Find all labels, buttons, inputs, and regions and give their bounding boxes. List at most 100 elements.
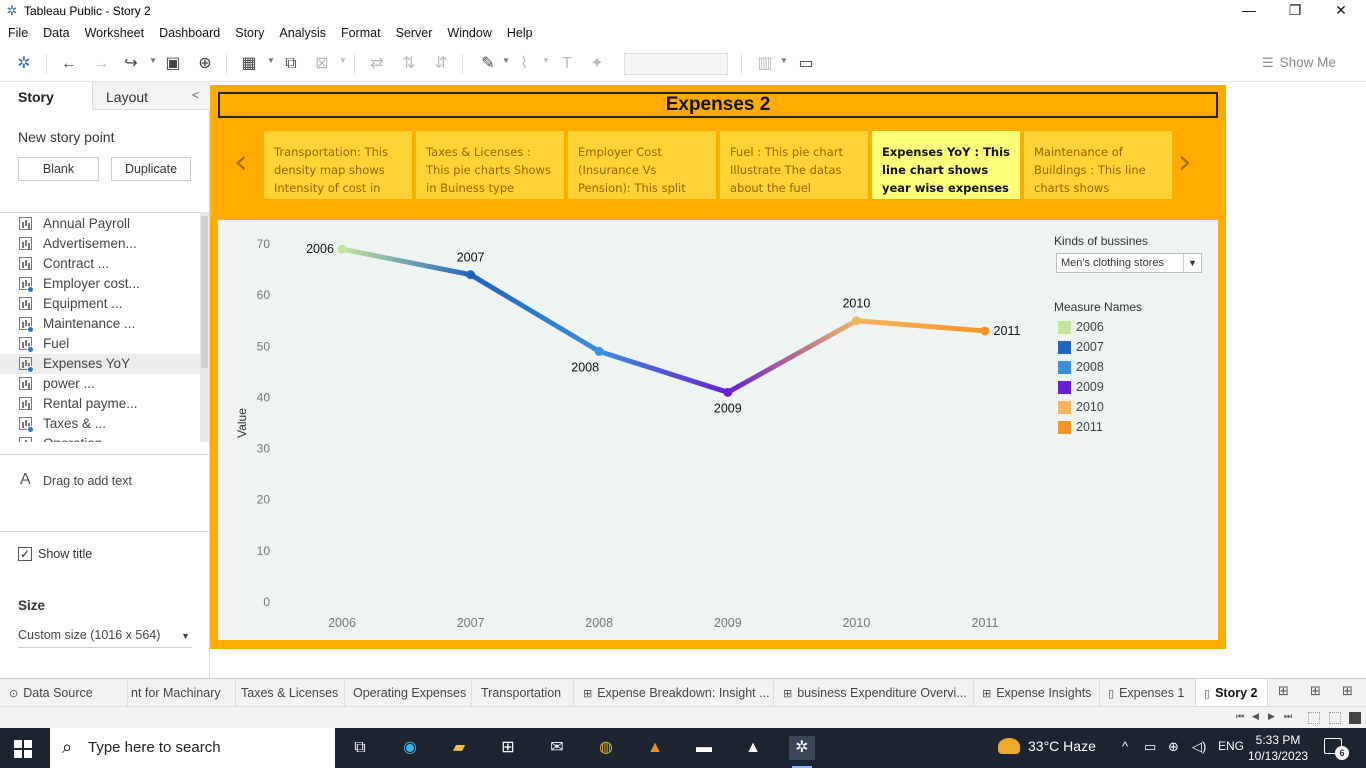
show-sheet-sorter-icon[interactable] bbox=[1329, 712, 1341, 724]
notification-center-icon[interactable]: 6 bbox=[1324, 738, 1349, 760]
chrome-browser-icon[interactable]: ◍ bbox=[593, 736, 619, 760]
microsoft-store-icon[interactable]: ⊞ bbox=[495, 736, 521, 760]
undo-icon[interactable]: ← bbox=[58, 54, 80, 74]
new-worksheet-caret-icon[interactable]: ▼ bbox=[267, 56, 275, 65]
story-point-employer-cost[interactable]: Employer Cost (Insurance Vs Pension): Th… bbox=[568, 131, 716, 199]
mail-icon[interactable]: ✉ bbox=[544, 736, 570, 760]
sheet-list-scrollbar[interactable] bbox=[200, 212, 209, 442]
duplicate-button[interactable]: Duplicate bbox=[111, 157, 191, 181]
story-point-expenses-yoy[interactable]: Expenses YoY : This line chart shows yea… bbox=[872, 131, 1020, 199]
menu-server[interactable]: Server bbox=[396, 26, 433, 40]
taskbar-search-box[interactable]: ⌕ Type here to search bbox=[50, 728, 335, 768]
sheet-list-item[interactable]: Employer cost... bbox=[0, 274, 200, 294]
new-story-tab-icon[interactable]: ⊞ bbox=[1342, 683, 1353, 699]
file-explorer-icon[interactable]: ▰ bbox=[446, 736, 472, 760]
sheet-list-item[interactable]: Fuel bbox=[0, 334, 200, 354]
new-worksheet-icon[interactable]: ▦ bbox=[238, 54, 260, 74]
menu-data[interactable]: Data bbox=[43, 26, 69, 40]
menu-help[interactable]: Help bbox=[507, 26, 533, 40]
sheet-list-item[interactable]: Equipment ... bbox=[0, 294, 200, 314]
weather-widget[interactable]: 33°C Haze bbox=[998, 738, 1096, 754]
windows-start-icon[interactable] bbox=[14, 740, 32, 758]
highlight-pen-icon[interactable]: ✎ bbox=[477, 54, 499, 74]
first-sheet-icon[interactable]: ⏮ bbox=[1236, 711, 1244, 722]
menu-worksheet[interactable]: Worksheet bbox=[85, 26, 145, 40]
tab-taxes-licenses[interactable]: Taxes & Licenses bbox=[236, 679, 345, 707]
sheet-list-item[interactable]: Contract ... bbox=[0, 254, 200, 274]
system-clock[interactable]: 5:33 PM 10/13/2023 bbox=[1248, 732, 1308, 764]
size-dropdown[interactable]: Custom size (1016 x 564) ▼ bbox=[18, 628, 192, 648]
edge-browser-icon[interactable]: ◉ bbox=[397, 736, 423, 760]
menu-window[interactable]: Window bbox=[447, 26, 491, 40]
tableau-home-icon[interactable]: ✲ bbox=[13, 54, 35, 74]
vlc-player-icon[interactable]: ▲ bbox=[642, 736, 668, 760]
tab-business-expenditure[interactable]: ⊞ business Expenditure Overvi... bbox=[774, 679, 974, 707]
line-segment[interactable] bbox=[596, 348, 731, 395]
data-point[interactable] bbox=[723, 387, 733, 397]
sheet-list-item[interactable]: Taxes & ... bbox=[0, 414, 200, 434]
tab-expenses-1[interactable]: ▯ Expenses 1 bbox=[1100, 679, 1196, 707]
data-point[interactable] bbox=[466, 270, 476, 280]
new-dashboard-tab-icon[interactable]: ⊞ bbox=[1310, 683, 1321, 699]
video-editor-icon[interactable]: ▬ bbox=[691, 736, 717, 760]
replay-caret-icon[interactable]: ▼ bbox=[149, 56, 157, 65]
data-point[interactable] bbox=[980, 326, 990, 336]
kinds-of-business-filter[interactable]: Men's clothing stores ▼ bbox=[1056, 253, 1202, 273]
blank-button[interactable]: Blank bbox=[18, 157, 99, 181]
sheet-list-item[interactable]: Expenses YoY bbox=[0, 354, 200, 374]
new-worksheet-tab-icon[interactable]: ⊞ bbox=[1278, 683, 1289, 699]
volume-icon[interactable]: ◁) bbox=[1192, 739, 1206, 755]
sheet-list-item[interactable]: power ... bbox=[0, 374, 200, 394]
language-indicator[interactable]: ENG bbox=[1218, 739, 1244, 753]
close-button[interactable]: ✕ bbox=[1318, 0, 1364, 22]
collapse-pane-icon[interactable]: < bbox=[192, 88, 199, 102]
show-hidden-icons-chevron-icon[interactable]: ^ bbox=[1122, 739, 1128, 754]
tab-expense-insights[interactable]: ⊞ Expense Insights bbox=[974, 679, 1100, 707]
maximize-button[interactable]: ❐ bbox=[1272, 0, 1318, 22]
story-point-transportation[interactable]: Transportation: This density map shows I… bbox=[264, 131, 412, 199]
sheet-list-item[interactable]: Annual Payroll bbox=[0, 214, 200, 234]
story-point-maintenance[interactable]: Maintenance of Buildings : This line cha… bbox=[1024, 131, 1172, 199]
story-point-fuel[interactable]: Fuel : This pie chart Illustrate The dat… bbox=[720, 131, 868, 199]
next-story-point-arrow-icon[interactable]: › bbox=[1178, 145, 1192, 179]
data-point[interactable] bbox=[594, 346, 604, 356]
show-tabs-icon[interactable] bbox=[1349, 712, 1361, 724]
last-sheet-icon[interactable]: ⏭ bbox=[1284, 711, 1292, 722]
tab-story-2[interactable]: ▯ Story 2 bbox=[1196, 679, 1268, 707]
highlight-caret-icon[interactable]: ▼ bbox=[502, 56, 510, 65]
story-point-taxes-licenses[interactable]: Taxes & Licenses : This pie charts Shows… bbox=[416, 131, 564, 199]
tab-transportation[interactable]: Transportation bbox=[472, 679, 574, 707]
prev-sheet-icon[interactable]: ◀ bbox=[1252, 711, 1259, 722]
data-point[interactable] bbox=[851, 316, 861, 326]
menu-dashboard[interactable]: Dashboard bbox=[159, 26, 220, 40]
tab-operating-expenses[interactable]: Operating Expenses bbox=[345, 679, 472, 707]
menu-analysis[interactable]: Analysis bbox=[279, 26, 326, 40]
menu-file[interactable]: File bbox=[8, 26, 28, 40]
duplicate-sheet-icon[interactable]: ⧉ bbox=[280, 54, 302, 74]
new-data-source-icon[interactable]: ⊕ bbox=[194, 54, 216, 74]
tab-story[interactable]: Story bbox=[0, 82, 92, 110]
battery-icon[interactable]: ▭ bbox=[1144, 739, 1156, 755]
line-segment[interactable] bbox=[725, 318, 859, 395]
line-segment[interactable] bbox=[853, 318, 988, 334]
task-view-icon[interactable]: ⧉ bbox=[347, 736, 373, 760]
data-point[interactable] bbox=[337, 244, 347, 254]
tab-expense-breakdown[interactable]: ⊞ Expense Breakdown: Insight ... bbox=[574, 679, 774, 707]
show-filmstrip-icon[interactable] bbox=[1308, 712, 1320, 724]
save-icon[interactable]: ▣ bbox=[162, 54, 184, 74]
replay-icon[interactable]: ↪ bbox=[120, 54, 142, 74]
menu-format[interactable]: Format bbox=[341, 26, 381, 40]
presentation-mode-icon[interactable]: ▭ bbox=[795, 54, 817, 74]
tab-data-source[interactable]: ⊙ Data Source bbox=[0, 679, 128, 707]
sheet-list-item[interactable]: Operation... bbox=[0, 434, 200, 442]
network-globe-icon[interactable]: ⊕ bbox=[1168, 739, 1179, 755]
sheet-list-item[interactable]: Rental payme... bbox=[0, 394, 200, 414]
fit-caret-icon[interactable]: ▼ bbox=[780, 56, 788, 65]
photos-icon[interactable]: ▲ bbox=[740, 736, 766, 760]
previous-story-point-arrow-icon[interactable]: ‹ bbox=[234, 145, 248, 179]
line-segment[interactable] bbox=[468, 272, 602, 354]
tab-equipment-machinary[interactable]: nt for Machinary bbox=[128, 679, 236, 707]
tableau-public-taskbar-icon[interactable]: ✲ bbox=[789, 736, 815, 768]
menu-story[interactable]: Story bbox=[235, 26, 264, 40]
line-segment[interactable] bbox=[339, 246, 474, 278]
